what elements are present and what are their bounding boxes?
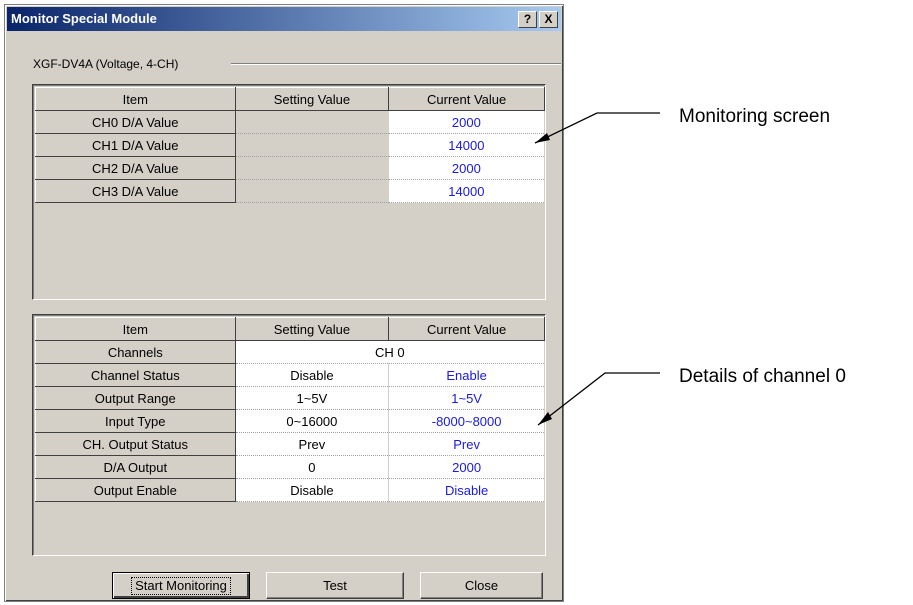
monitoring-arrowhead xyxy=(535,133,550,143)
monitoring-arrow-line xyxy=(534,112,660,144)
details-arrow-line xyxy=(537,372,660,426)
monitoring-screen-annotation: Monitoring screen xyxy=(679,106,831,127)
channel-details-annotation: Details of channel 0 xyxy=(679,366,846,387)
details-arrowhead xyxy=(538,412,552,425)
annotation-arrows xyxy=(534,112,660,426)
